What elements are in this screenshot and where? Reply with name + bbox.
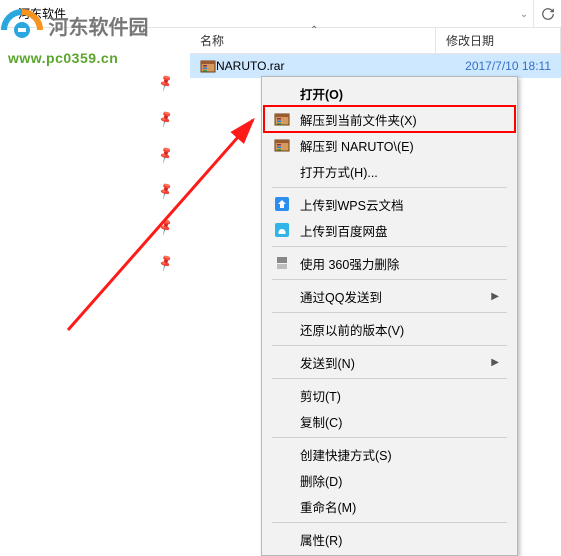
menu-separator	[272, 312, 507, 313]
chevron-right-icon: ▶	[491, 357, 499, 368]
watermark-title: 河东软件园	[48, 17, 148, 39]
pin-icon: 📌	[156, 217, 176, 237]
pin-icon: 📌	[156, 181, 176, 201]
menu-separator	[272, 522, 507, 523]
menu-label: 使用 360强力删除	[300, 254, 499, 273]
menu-label: 上传到百度网盘	[300, 221, 499, 240]
menu-separator	[272, 345, 507, 346]
rar-icon	[200, 58, 216, 74]
menu-copy[interactable]: 复制(C)	[264, 408, 515, 434]
menu-qq-send[interactable]: 通过QQ发送到 ▶	[264, 283, 515, 309]
menu-extract-here[interactable]: 解压到当前文件夹(X)	[264, 106, 515, 132]
logo-icon	[0, 8, 44, 52]
menu-properties[interactable]: 属性(R)	[264, 526, 515, 552]
watermark-logo: 河东软件园	[0, 8, 148, 52]
menu-cut[interactable]: 剪切(T)	[264, 382, 515, 408]
file-row-selected[interactable]: NARUTO.rar 2017/7/10 18:11	[190, 54, 561, 78]
quick-access-pane: 河东软件园 www.pc0359.cn 📌 📌 📌 📌 📌 📌	[0, 28, 190, 537]
menu-label: 复制(C)	[300, 412, 499, 431]
menu-separator	[272, 437, 507, 438]
breadcrumb-dropdown[interactable]: ⌄	[515, 0, 533, 28]
sort-caret-icon: ⌃	[310, 25, 318, 36]
menu-open-with[interactable]: 打开方式(H)...	[264, 158, 515, 184]
menu-separator	[272, 378, 507, 379]
menu-create-shortcut[interactable]: 创建快捷方式(S)	[264, 441, 515, 467]
menu-label: 上传到WPS云文档	[300, 195, 499, 214]
menu-separator	[272, 279, 507, 280]
menu-label: 解压到 NARUTO\(E)	[300, 136, 499, 155]
menu-label: 创建快捷方式(S)	[300, 445, 499, 464]
pin-icon: 📌	[156, 145, 176, 165]
menu-separator	[272, 246, 507, 247]
menu-label: 属性(R)	[300, 530, 499, 549]
menu-label: 剪切(T)	[300, 386, 499, 405]
menu-label: 发送到(N)	[300, 353, 491, 372]
wps-icon	[272, 194, 292, 214]
pin-column: 📌 📌 📌 📌 📌 📌	[158, 76, 173, 270]
rar-icon	[272, 135, 292, 155]
pin-icon: 📌	[156, 253, 176, 273]
menu-send-to[interactable]: 发送到(N) ▶	[264, 349, 515, 375]
menu-separator	[272, 187, 507, 188]
watermark-url: www.pc0359.cn	[8, 50, 118, 66]
menu-label: 通过QQ发送到	[300, 287, 491, 306]
menu-open[interactable]: 打开(O)	[264, 80, 515, 106]
menu-baidu-upload[interactable]: 上传到百度网盘	[264, 217, 515, 243]
rar-icon	[272, 109, 292, 129]
menu-360-shred[interactable]: 使用 360强力删除	[264, 250, 515, 276]
menu-delete[interactable]: 删除(D)	[264, 467, 515, 493]
menu-rename[interactable]: 重命名(M)	[264, 493, 515, 519]
menu-prev-versions[interactable]: 还原以前的版本(V)	[264, 316, 515, 342]
column-date[interactable]: 修改日期	[436, 28, 561, 53]
baidu-icon	[272, 220, 292, 240]
file-name: NARUTO.rar	[216, 59, 284, 73]
menu-wps-upload[interactable]: 上传到WPS云文档	[264, 191, 515, 217]
menu-label: 重命名(M)	[300, 497, 499, 516]
columns-header[interactable]: ⌃ 名称 修改日期	[190, 28, 561, 54]
menu-extract-to[interactable]: 解压到 NARUTO\(E)	[264, 132, 515, 158]
refresh-icon	[541, 7, 555, 21]
pin-icon: 📌	[156, 73, 176, 93]
menu-label: 还原以前的版本(V)	[300, 320, 499, 339]
context-menu: 打开(O) 解压到当前文件夹(X) 解压到 NARUTO\(E) 打开方式(H)…	[261, 76, 518, 556]
menu-label: 打开(O)	[300, 84, 499, 103]
shred-icon	[272, 253, 292, 273]
file-date: 2017/7/10 18:11	[465, 59, 561, 73]
refresh-button[interactable]	[533, 0, 561, 28]
chevron-right-icon: ▶	[491, 291, 499, 302]
pin-icon: 📌	[156, 109, 176, 129]
menu-label: 删除(D)	[300, 471, 499, 490]
menu-label: 解压到当前文件夹(X)	[300, 110, 499, 129]
menu-label: 打开方式(H)...	[300, 162, 499, 181]
